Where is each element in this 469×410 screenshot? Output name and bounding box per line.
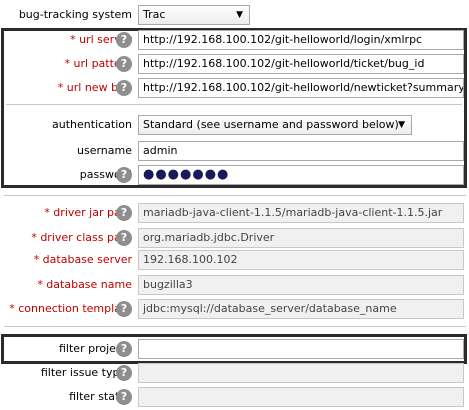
url-server-row: * url server ? http://192.168.100.102/gi… [0,28,469,52]
help-icon[interactable]: ? [116,32,132,48]
section-divider [4,195,466,196]
bug-tracking-system-row: bug-tracking system Trac ▼ [0,3,469,27]
driver-class-path-input[interactable]: org.mariadb.jdbc.Driver [138,228,464,248]
chevron-down-icon: ▼ [236,10,243,20]
authentication-value: Standard (see username and password belo… [143,118,399,131]
filter-projects-input[interactable] [138,339,464,359]
help-icon[interactable]: ? [116,389,132,405]
url-new-bug-row: * url new bug ? http://192.168.100.102/g… [0,76,469,100]
database-name-input[interactable]: bugzilla3 [138,275,464,295]
chevron-down-icon: ▼ [398,120,405,130]
database-server-input[interactable]: 192.168.100.102 [138,250,464,270]
section-divider [4,326,466,327]
url-pattern-row: * url pattern ? http://192.168.100.102/g… [0,52,469,76]
help-icon[interactable]: ? [116,341,132,357]
bug-tracking-system-label: bug-tracking system [18,8,132,21]
password-row: password ? ●●●●●●● [0,163,469,187]
url-new-bug-input[interactable]: http://192.168.100.102/git-helloworld/ne… [138,78,464,98]
help-icon[interactable]: ? [116,230,132,246]
filter-status-row: filter status ? [0,385,469,409]
authentication-label: authentication [52,118,132,131]
driver-class-path-row: * driver class path ? org.mariadb.jdbc.D… [0,226,469,250]
url-pattern-input[interactable]: http://192.168.100.102/git-helloworld/ti… [138,54,464,74]
driver-jar-path-input[interactable]: mariadb-java-client-1.1.5/mariadb-java-c… [138,203,464,223]
help-icon[interactable]: ? [116,205,132,221]
database-server-label: * database server [33,253,132,266]
help-icon[interactable]: ? [116,365,132,381]
connection-template-label: * connection template [9,302,132,315]
section-divider [6,104,462,105]
help-icon[interactable]: ? [116,167,132,183]
help-icon[interactable]: ? [116,301,132,317]
authentication-select[interactable]: Standard (see username and password belo… [138,115,412,135]
database-server-row: * database server 192.168.100.102 [0,248,469,272]
filter-issue-types-row: filter issue types ? [0,361,469,385]
driver-jar-path-row: * driver jar path ? mariadb-java-client-… [0,201,469,225]
help-icon[interactable]: ? [116,56,132,72]
bug-tracking-system-value: Trac [143,8,166,21]
filter-projects-row: filter projects ? [0,337,469,361]
connection-template-input[interactable]: jdbc:mysql://database_server/database_na… [138,299,464,319]
username-input[interactable]: admin [138,141,464,161]
username-row: username admin [0,139,469,163]
help-icon[interactable]: ? [116,80,132,96]
database-name-row: * database name bugzilla3 [0,273,469,297]
bug-tracking-system-select[interactable]: Trac ▼ [138,5,250,25]
username-label: username [77,144,132,157]
authentication-row: authentication Standard (see username an… [0,113,469,137]
connection-template-row: * connection template ? jdbc:mysql://dat… [0,297,469,321]
url-server-input[interactable]: http://192.168.100.102/git-helloworld/lo… [138,30,464,50]
filter-status-input[interactable] [138,387,464,407]
password-input[interactable]: ●●●●●●● [138,165,464,185]
filter-issue-types-input[interactable] [138,363,464,383]
database-name-label: * database name [37,278,132,291]
